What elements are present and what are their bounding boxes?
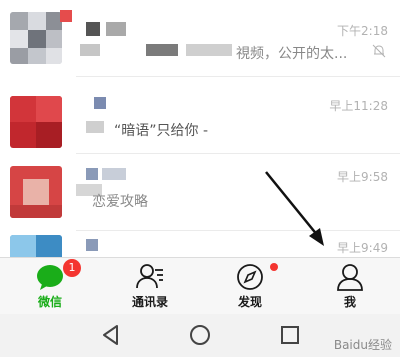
- chat-row[interactable]: 下午2:18 視频，公开的太...: [0, 0, 400, 77]
- chat-preview: 視频，公开的太...: [236, 46, 348, 62]
- chat-name-blur: [86, 22, 100, 36]
- home-icon[interactable]: [187, 322, 213, 348]
- chat-list: 下午2:18 視频，公开的太... 早上11:28 “暗语”只给你 - 早上9:…: [0, 0, 400, 257]
- new-dot-indicator: [270, 263, 278, 271]
- chat-avatar: [10, 235, 62, 257]
- chat-time: 下午2:18: [337, 24, 388, 38]
- chat-time: 早上11:28: [329, 99, 388, 113]
- mute-bell-icon: [372, 44, 386, 58]
- compass-icon: [237, 264, 263, 290]
- contacts-icon: [136, 264, 163, 289]
- tab-label: 发现: [237, 295, 262, 309]
- chat-time: 早上9:58: [337, 170, 388, 184]
- unread-marker: [60, 10, 72, 22]
- system-nav-bar: Baidu经验: [0, 314, 400, 357]
- back-icon[interactable]: [98, 322, 124, 348]
- chat-avatar: [10, 12, 62, 64]
- chat-row[interactable]: 早上9:49: [0, 231, 400, 257]
- tab-label: 微信: [37, 295, 62, 309]
- tab-chats[interactable]: 1 微信: [10, 258, 90, 314]
- tab-contacts[interactable]: 通讯录: [110, 258, 190, 314]
- watermark: Baidu经验: [333, 338, 392, 352]
- bottom-tab-bar: 1 微信 通讯录 发现 我: [0, 257, 400, 314]
- chat-name-blur: [94, 97, 106, 109]
- chat-avatar: [10, 96, 62, 148]
- tab-discover[interactable]: 发现: [210, 258, 290, 314]
- chat-preview: “暗语”只给你 -: [114, 123, 209, 139]
- chat-bubble-icon: [37, 265, 63, 290]
- chat-time: 早上9:49: [337, 241, 388, 255]
- tab-label: 我: [343, 295, 356, 309]
- chat-row[interactable]: 早上9:58 恋爱攻略: [0, 154, 400, 231]
- recents-icon[interactable]: [277, 322, 303, 348]
- tab-me[interactable]: 我: [310, 258, 390, 314]
- chat-avatar: [10, 166, 62, 218]
- chat-preview: 恋爱攻略: [92, 194, 148, 210]
- person-icon: [337, 264, 363, 291]
- unread-badge: 1: [63, 259, 81, 277]
- chat-name-blur: [86, 168, 98, 180]
- tab-label: 通讯录: [131, 295, 168, 309]
- chat-row[interactable]: 早上11:28 “暗语”只给你 -: [0, 77, 400, 186]
- chat-name-blur: [86, 239, 98, 251]
